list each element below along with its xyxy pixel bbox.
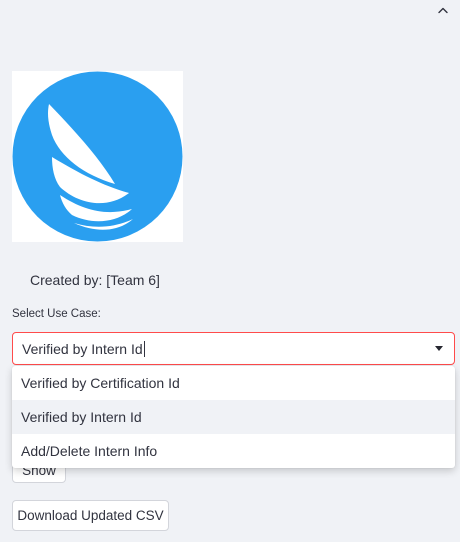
team-logo — [12, 71, 183, 242]
sidebar: Created by: [Team 6] Select Use Case: Ve… — [0, 0, 460, 542]
download-csv-button[interactable]: Download Updated CSV — [12, 500, 169, 531]
chevron-up-icon — [438, 7, 448, 14]
select-current-value: Verified by Intern Id — [22, 340, 143, 357]
option-intern-id[interactable]: Verified by Intern Id — [12, 400, 455, 434]
option-certification-id[interactable]: Verified by Certification Id — [12, 366, 455, 400]
text-cursor — [143, 340, 145, 357]
option-add-delete-intern[interactable]: Add/Delete Intern Info — [12, 434, 455, 468]
collapse-sidebar-button[interactable] — [433, 2, 453, 18]
use-case-dropdown-menu: Verified by Certification Id Verified by… — [12, 366, 455, 468]
caret-down-icon[interactable] — [435, 346, 443, 351]
select-use-case-label: Select Use Case: — [12, 308, 101, 320]
sail-logo-icon — [12, 71, 183, 242]
use-case-select[interactable]: Verified by Intern Id — [12, 332, 455, 365]
created-by-text: Created by: [Team 6] — [30, 272, 160, 288]
